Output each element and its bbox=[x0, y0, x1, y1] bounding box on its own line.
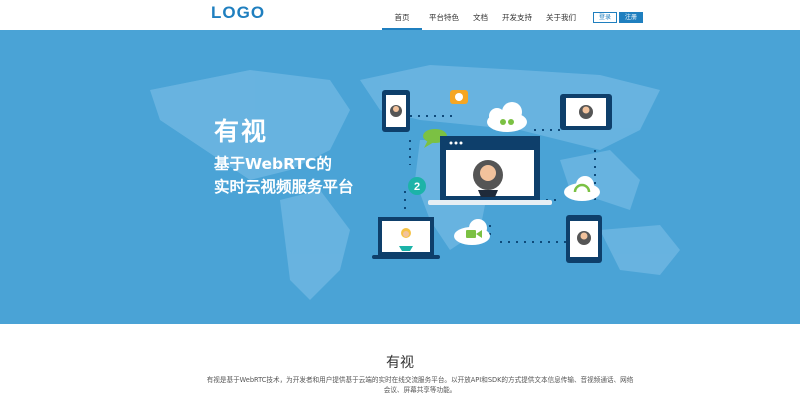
site-logo[interactable]: LOGO bbox=[211, 3, 265, 23]
main-nav: 首页 平台特色 文档 开发支持 关于我们 bbox=[382, 0, 583, 30]
hero-banner: 2 有视 基于WebRTC的 实时云视频服务平台 bbox=[0, 30, 800, 324]
nav-item-about[interactable]: 关于我们 bbox=[539, 0, 583, 30]
nav-item-dev-support[interactable]: 开发支持 bbox=[495, 0, 539, 30]
login-button[interactable]: 登录 bbox=[593, 12, 618, 23]
hero-subtitle-line2: 实时云视频服务平台 bbox=[214, 178, 354, 196]
message-icon bbox=[450, 90, 468, 104]
site-header: LOGO 首页 平台特色 文档 开发支持 关于我们 登录 注册 bbox=[0, 0, 800, 30]
main-monitor-icon bbox=[428, 136, 552, 205]
network-illustration: 2 bbox=[150, 65, 680, 300]
step-badge: 2 bbox=[408, 177, 426, 195]
hero-title: 有视 bbox=[214, 117, 269, 146]
nav-item-docs[interactable]: 文档 bbox=[466, 0, 495, 30]
step-badge-label: 2 bbox=[414, 181, 420, 193]
laptop-icon bbox=[372, 217, 440, 259]
intro-title: 有视 bbox=[386, 355, 414, 371]
intro-description: 有视是基于WebRTC技术，为开发者和用户提供基于云端的实时在线交流服务平台。以… bbox=[206, 376, 634, 394]
auth-buttons: 登录 注册 bbox=[593, 12, 644, 23]
tablet-top-right-icon bbox=[560, 94, 612, 130]
hero-subtitle-line1: 基于WebRTC的 bbox=[214, 155, 332, 173]
nav-item-home[interactable]: 首页 bbox=[382, 0, 422, 30]
nav-item-features[interactable]: 平台特色 bbox=[422, 0, 466, 30]
tablet-bottom-right-icon bbox=[566, 215, 602, 263]
tablet-top-left-icon bbox=[382, 90, 410, 132]
register-button[interactable]: 注册 bbox=[619, 12, 644, 23]
